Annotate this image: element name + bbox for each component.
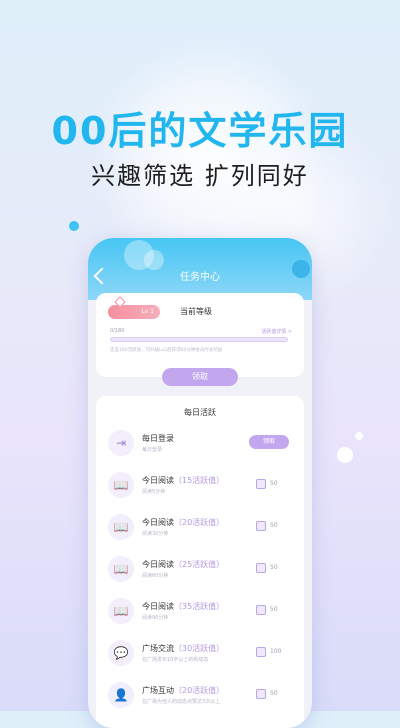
daily-title: 每日活跃 (184, 408, 216, 417)
task-desc: 阅读30分钟 (142, 531, 169, 537)
task-reward: 50 (256, 604, 296, 618)
level-note: 还差180活跃值，可升级Lv2后获得60分钟会员时长奖励 (110, 348, 223, 353)
reward-amount: 50 (270, 606, 278, 613)
task-reward: 50 (256, 562, 296, 576)
claim-task-button[interactable]: 领取 (249, 435, 289, 449)
screen-header: 任务中心 (88, 238, 312, 300)
book-icon: 📖 (108, 472, 134, 498)
coin-icon (256, 521, 266, 531)
user-icon: 👤 (108, 682, 134, 708)
book-icon: 📖 (108, 598, 134, 624)
reward-amount: 50 (270, 564, 278, 571)
header-bubble (144, 250, 164, 270)
task-row: 📖 今日阅读（35活跃值） 阅读90分钟 50 (96, 598, 304, 638)
coin-icon (256, 647, 266, 657)
task-row: 👤 广场互动（20活跃值） 在广场为他人的动态点赞达3次以上 50 (96, 682, 304, 722)
promo-headline: 00后的文学乐园 (51, 109, 349, 153)
task-row: ⇥ 每日登录 每日登录 领取 (96, 430, 304, 470)
decor-dot-cyan (69, 221, 79, 231)
coin-icon (256, 605, 266, 615)
level-badge-text: Lv 1 (141, 308, 154, 315)
level-label: 当前等级 (180, 307, 212, 316)
task-name: 广场互动（20活跃值） (142, 686, 225, 695)
task-row: 📖 今日阅读（25活跃值） 阅读60分钟 50 (96, 556, 304, 596)
claim-level-button[interactable]: 领取 (162, 368, 238, 386)
decor-dot-white-small (355, 432, 363, 440)
reward-amount: 50 (270, 690, 278, 697)
activity-detail-link[interactable]: 活跃值详情 > (261, 328, 292, 335)
task-reward: 50 (256, 478, 296, 492)
book-icon: 📖 (108, 514, 134, 540)
coin-icon (256, 563, 266, 573)
task-reward: 50 (256, 688, 296, 702)
chat-icon: 💬 (108, 640, 134, 666)
task-row: 📖 今日阅读（15活跃值） 阅读5分钟 50 (96, 472, 304, 512)
task-desc: 每日登录 (142, 447, 163, 453)
task-name: 每日登录 (142, 434, 174, 443)
reward-amount: 50 (270, 522, 278, 529)
book-icon: 📖 (108, 556, 134, 582)
level-progress-bar (110, 337, 288, 342)
screen-title: 任务中心 (180, 272, 220, 283)
coin-icon (256, 689, 266, 699)
level-card: Lv 1 当前等级 0/180 活跃值详情 > 还差180活跃值，可升级Lv2后… (96, 293, 304, 377)
reward-amount: 100 (270, 648, 282, 655)
task-row: 💬 广场交流（30活跃值） 在广场发布10字以上的新动态 100 (96, 640, 304, 680)
task-desc: 阅读5分钟 (142, 489, 166, 495)
task-desc: 在广场为他人的动态点赞达3次以上 (142, 699, 221, 705)
task-reward: 100 (256, 646, 296, 660)
reward-amount: 50 (270, 480, 278, 487)
task-reward: 50 (256, 520, 296, 534)
task-desc: 阅读60分钟 (142, 573, 169, 579)
task-desc: 在广场发布10字以上的新动态 (142, 657, 209, 663)
task-name: 今日阅读（35活跃值） (142, 602, 225, 611)
task-name: 今日阅读（15活跃值） (142, 476, 225, 485)
task-name: 广场交流（30活跃值） (142, 644, 225, 653)
task-row: 📖 今日阅读（20活跃值） 阅读30分钟 50 (96, 514, 304, 554)
task-name: 今日阅读（25活跃值） (142, 560, 225, 569)
level-progress-text: 0/180 (110, 328, 125, 334)
daily-activity-card: 每日活跃 ⇥ 每日登录 每日登录 领取 📖 今日阅读（15活跃值） 阅读5分钟 … (96, 396, 304, 728)
level-badge: Lv 1 (108, 305, 160, 319)
login-icon: ⇥ (108, 430, 134, 456)
phone-mockup: 任务中心 Lv 1 当前等级 0/180 活跃值详情 > 还差180活跃值，可升… (88, 238, 312, 728)
task-name: 今日阅读（20活跃值） (142, 518, 225, 527)
coin-icon (256, 479, 266, 489)
promo-subline: 兴趣筛选 扩列同好 (91, 162, 309, 190)
task-desc: 阅读90分钟 (142, 615, 169, 621)
decor-dot-white (337, 447, 353, 463)
